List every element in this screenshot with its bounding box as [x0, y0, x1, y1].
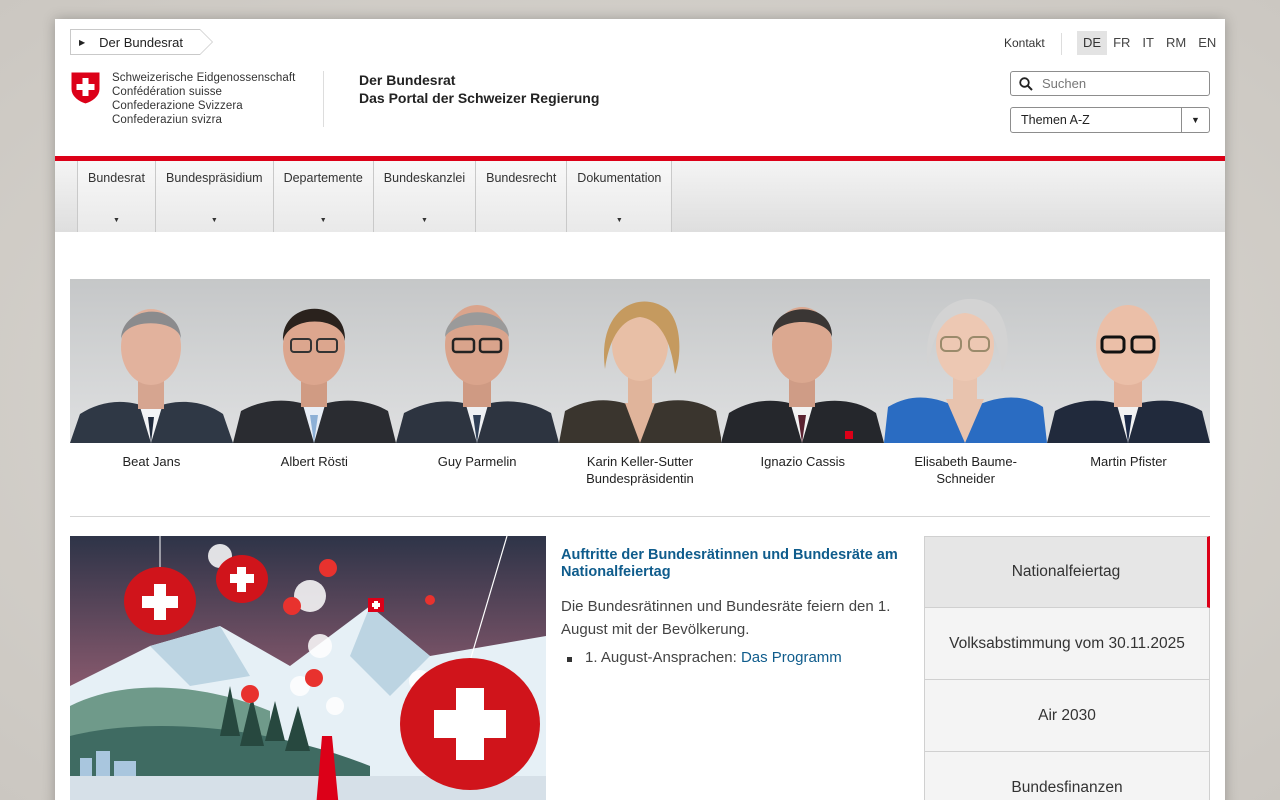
language-switcher: DE FR IT RM EN — [1077, 31, 1222, 55]
lang-rm[interactable]: RM — [1160, 31, 1192, 55]
tab-nationalfeiertag[interactable]: Nationalfeiertag — [924, 536, 1210, 608]
search-icon[interactable] — [1019, 76, 1033, 91]
section-divider — [70, 516, 1210, 517]
caret-down-icon: ▼ — [319, 217, 327, 224]
portal-title-line2: Das Portal der Schweizer Regierung — [359, 90, 600, 106]
council-member-role: Bundespräsidentin — [586, 471, 694, 486]
council-member[interactable]: Karin Keller-Sutter Bundespräsidentin — [559, 453, 722, 487]
search-box[interactable] — [1010, 71, 1210, 96]
council-member[interactable]: Ignazio Cassis — [721, 453, 884, 487]
lang-fr[interactable]: FR — [1107, 31, 1136, 55]
nav-item-label: Dokumentation — [577, 171, 662, 185]
portrait-martin-pfister[interactable] — [1047, 279, 1210, 443]
national-day-illustration[interactable] — [70, 536, 546, 800]
article-title[interactable]: Auftritte der Bundesrätinnen und Bundesr… — [561, 547, 911, 581]
portrait-beat-jans[interactable] — [70, 279, 233, 443]
featured-article: Auftritte der Bundesrätinnen und Bundesr… — [561, 547, 911, 666]
nav-item-bundesrecht[interactable]: Bundesrecht — [476, 161, 568, 232]
lang-en[interactable]: EN — [1192, 31, 1222, 55]
search-input[interactable] — [1042, 76, 1202, 91]
council-member[interactable]: Guy Parmelin — [396, 453, 559, 487]
logo-line: Confederaziun svizra — [112, 114, 223, 126]
nav-item-departemente[interactable]: Departemente ▼ — [273, 161, 374, 232]
logo-line: Schweizerische Eidgenossenschaft — [112, 72, 296, 84]
nav-item-label: Bundesrecht — [486, 171, 557, 185]
breadcrumb[interactable]: ▶ Der Bundesrat — [70, 29, 213, 55]
tab-bundesfinanzen[interactable]: Bundesfinanzen — [924, 752, 1210, 800]
nav-item-dokumentation[interactable]: Dokumentation ▼ — [567, 161, 673, 232]
portal-title: Der Bundesrat Das Portal der Schweizer R… — [359, 71, 599, 107]
portrait-albert-roesti[interactable] — [232, 279, 396, 443]
caret-down-icon: ▼ — [615, 217, 623, 224]
federal-council-portraits — [70, 279, 1210, 443]
council-member-name: Ignazio Cassis — [760, 454, 846, 469]
portal-title-line1: Der Bundesrat — [359, 72, 456, 88]
caret-down-icon: ▼ — [420, 217, 428, 224]
article-list: 1. August-Ansprachen: Das Programm — [561, 649, 911, 666]
council-member[interactable]: Albert Rösti — [233, 453, 396, 487]
nav-item-bundespraesidium[interactable]: Bundespräsidium ▼ — [155, 161, 274, 232]
council-member[interactable]: Beat Jans — [70, 453, 233, 487]
nav-item-bundeskanzlei[interactable]: Bundeskanzlei ▼ — [373, 161, 477, 232]
tab-air-2030[interactable]: Air 2030 — [924, 680, 1210, 752]
themes-select-value: Themen A-Z — [1021, 113, 1090, 127]
program-link[interactable]: Das Programm — [741, 649, 842, 666]
council-member-name: Guy Parmelin — [437, 454, 517, 469]
logo-line: Confederazione Svizzera — [112, 100, 243, 112]
list-item: 1. August-Ansprachen: Das Programm — [567, 649, 911, 666]
logo-divider — [323, 71, 324, 127]
portrait-elisabeth-baume-schneider[interactable] — [884, 279, 1048, 443]
logo-line: Confédération suisse — [112, 86, 223, 98]
page: ▶ Der Bundesrat Schweizerische Eidgenoss… — [55, 19, 1225, 800]
council-member-name: Beat Jans — [122, 454, 181, 469]
swiss-shield-icon — [70, 71, 101, 105]
caret-down-icon: ▼ — [210, 217, 218, 224]
council-member[interactable]: Elisabeth Baume-Schneider — [884, 453, 1047, 487]
council-member-name: Martin Pfister — [1090, 454, 1167, 469]
nav-item-bundesrat[interactable]: Bundesrat ▼ — [78, 161, 156, 232]
header-divider — [1061, 33, 1062, 55]
nav-item-label: Bundeskanzlei — [383, 171, 466, 185]
main-navigation: Bundesrat ▼ Bundespräsidium ▼ Departemen… — [55, 161, 1225, 232]
federal-council-names: Beat Jans Albert Rösti Guy Parmelin Kari… — [70, 453, 1210, 487]
lang-it[interactable]: IT — [1136, 31, 1160, 55]
article-text: Die Bundesrätinnen und Bundesräte feiern… — [561, 598, 891, 638]
topic-tabs: Nationalfeiertag Volksabstimmung vom 30.… — [924, 536, 1210, 800]
nav-item-label: Departemente — [283, 171, 363, 185]
caret-down-icon: ▼ — [113, 217, 120, 224]
nav-item-label: Bundespräsidium — [165, 171, 263, 185]
chevron-down-icon[interactable]: ▼ — [1181, 108, 1209, 132]
council-member[interactable]: Martin Pfister — [1047, 453, 1210, 487]
portrait-guy-parmelin[interactable] — [395, 279, 559, 443]
portrait-karin-keller-sutter[interactable] — [558, 279, 722, 443]
council-member-name: Albert Rösti — [280, 454, 348, 469]
tab-volksabstimmung[interactable]: Volksabstimmung vom 30.11.2025 — [924, 608, 1210, 680]
list-item-prefix: 1. August-Ansprachen: — [585, 649, 737, 666]
logo-text: Schweizerische Eidgenossenschaft Confédé… — [112, 71, 295, 127]
contact-link[interactable]: Kontakt — [1004, 36, 1045, 50]
lang-de[interactable]: DE — [1077, 31, 1108, 55]
caret-right-icon: ▶ — [79, 37, 86, 47]
themes-select[interactable]: Themen A-Z ▼ — [1010, 107, 1210, 133]
confederation-logo[interactable]: Schweizerische Eidgenossenschaft Confédé… — [70, 71, 295, 127]
breadcrumb-label: Der Bundesrat — [99, 34, 183, 50]
nav-item-label: Bundesrat — [88, 171, 145, 185]
portrait-ignazio-cassis[interactable] — [721, 279, 885, 443]
council-member-name: Elisabeth Baume-Schneider — [914, 454, 1017, 486]
council-member-name: Karin Keller-Sutter — [586, 454, 694, 469]
